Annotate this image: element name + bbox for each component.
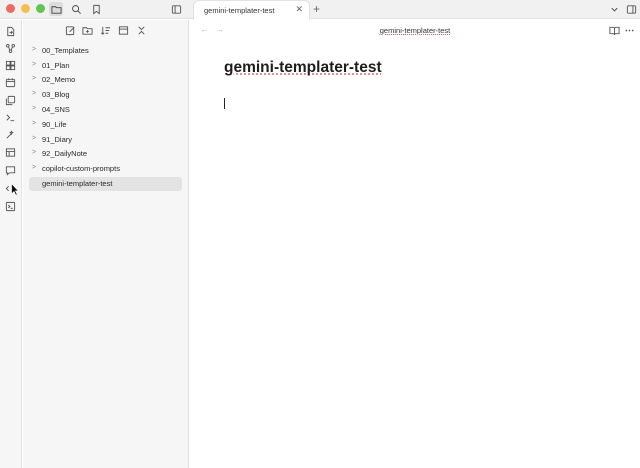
right-sidebar-toggle-icon[interactable] [624, 2, 638, 16]
new-tab-icon[interactable]: + [313, 2, 320, 16]
sort-icon[interactable] [100, 25, 112, 37]
copy-icon[interactable] [5, 95, 16, 106]
window-minimize-button[interactable] [21, 4, 30, 13]
chevron-right-icon: > [32, 120, 37, 127]
chevron-right-icon: > [32, 46, 37, 53]
tree-folder-91-diary[interactable]: > 91_Diary [29, 133, 182, 147]
close-all-icon[interactable] [136, 25, 148, 37]
note-title[interactable]: gemini-templater-test [224, 59, 382, 77]
chevron-right-icon: > [32, 135, 37, 142]
chevron-right-icon: > [32, 61, 37, 68]
tree-folder-01-plan[interactable]: > 01_Plan [29, 59, 182, 73]
tree-item-label: 00_Templates [42, 46, 89, 55]
chevron-right-icon: > [32, 149, 37, 156]
tree-folder-04-sns[interactable]: > 04_SNS [29, 103, 182, 117]
tree-item-label: 91_Diary [42, 135, 73, 144]
sidebar-toggle-icon[interactable] [169, 2, 183, 16]
new-folder-icon[interactable] [82, 25, 94, 37]
tree-item-label: 02_Memo [42, 75, 76, 84]
console-icon[interactable] [5, 201, 16, 212]
tree-item-label: 92_DailyNote [42, 149, 88, 158]
tree-folder-02-memo[interactable]: > 02_Memo [29, 73, 182, 87]
tab-close-icon[interactable]: ✕ [295, 4, 303, 15]
tree-item-label: 01_Plan [42, 61, 70, 70]
tab-label: gemini-templater-test [204, 6, 275, 15]
tree-file-gemini-templater-test[interactable]: gemini-templater-test [29, 177, 182, 191]
table-icon[interactable] [5, 147, 16, 158]
window-close-button[interactable] [6, 4, 15, 13]
tree-folder-00-templates[interactable]: > 00_Templates [29, 44, 182, 58]
tree-folder-90-life[interactable]: > 90_Life [29, 118, 182, 132]
bookmark-icon[interactable] [89, 2, 103, 16]
collapse-icon[interactable] [118, 25, 130, 37]
mouse-pointer-icon [11, 183, 19, 196]
calendar-icon[interactable] [5, 77, 16, 88]
ribbon [0, 20, 22, 468]
tree-folder-03-blog[interactable]: > 03_Blog [29, 88, 182, 102]
new-note-icon[interactable] [65, 25, 77, 37]
view-header-title[interactable]: gemini-templater-test [190, 26, 640, 35]
graph-icon[interactable] [5, 43, 16, 54]
tree-item-label: 03_Blog [42, 90, 70, 99]
canvas-icon[interactable] [5, 60, 16, 71]
title-bar: gemini-templater-test ✕ + [0, 0, 640, 20]
tree-item-label: gemini-templater-test [42, 179, 113, 188]
editor-pane: ← → gemini-templater-test gemini-templat… [190, 20, 640, 468]
window-maximize-button[interactable] [36, 4, 45, 13]
file-explorer-toolbar [23, 25, 189, 39]
file-explorer: > 00_Templates > 01_Plan > 02_Memo > 03_… [23, 20, 189, 468]
tab-gemini-templater-test[interactable]: gemini-templater-test ✕ [193, 0, 310, 20]
chevron-right-icon: > [32, 75, 37, 82]
search-icon[interactable] [69, 2, 83, 16]
chevron-down-icon[interactable] [607, 2, 621, 16]
tree-item-label: copilot-custom-prompts [42, 164, 120, 173]
more-options-icon[interactable] [624, 25, 635, 36]
tree-folder-copilot-custom-prompts[interactable]: > copilot-custom-prompts [29, 162, 182, 176]
terminal-icon[interactable] [5, 112, 16, 123]
magic-icon[interactable] [5, 129, 16, 140]
chevron-right-icon: > [32, 105, 37, 112]
open-file-icon[interactable] [5, 26, 16, 37]
tree-item-label: 90_Life [42, 120, 67, 129]
text-cursor [224, 98, 225, 109]
chat-icon[interactable] [5, 165, 16, 176]
folder-icon[interactable] [49, 2, 63, 16]
chevron-right-icon: > [32, 164, 37, 171]
chevron-right-icon: > [32, 90, 37, 97]
tree-folder-92-dailynote[interactable]: > 92_DailyNote [29, 147, 182, 161]
tree-item-label: 04_SNS [42, 105, 70, 114]
reading-view-icon[interactable] [609, 25, 620, 36]
